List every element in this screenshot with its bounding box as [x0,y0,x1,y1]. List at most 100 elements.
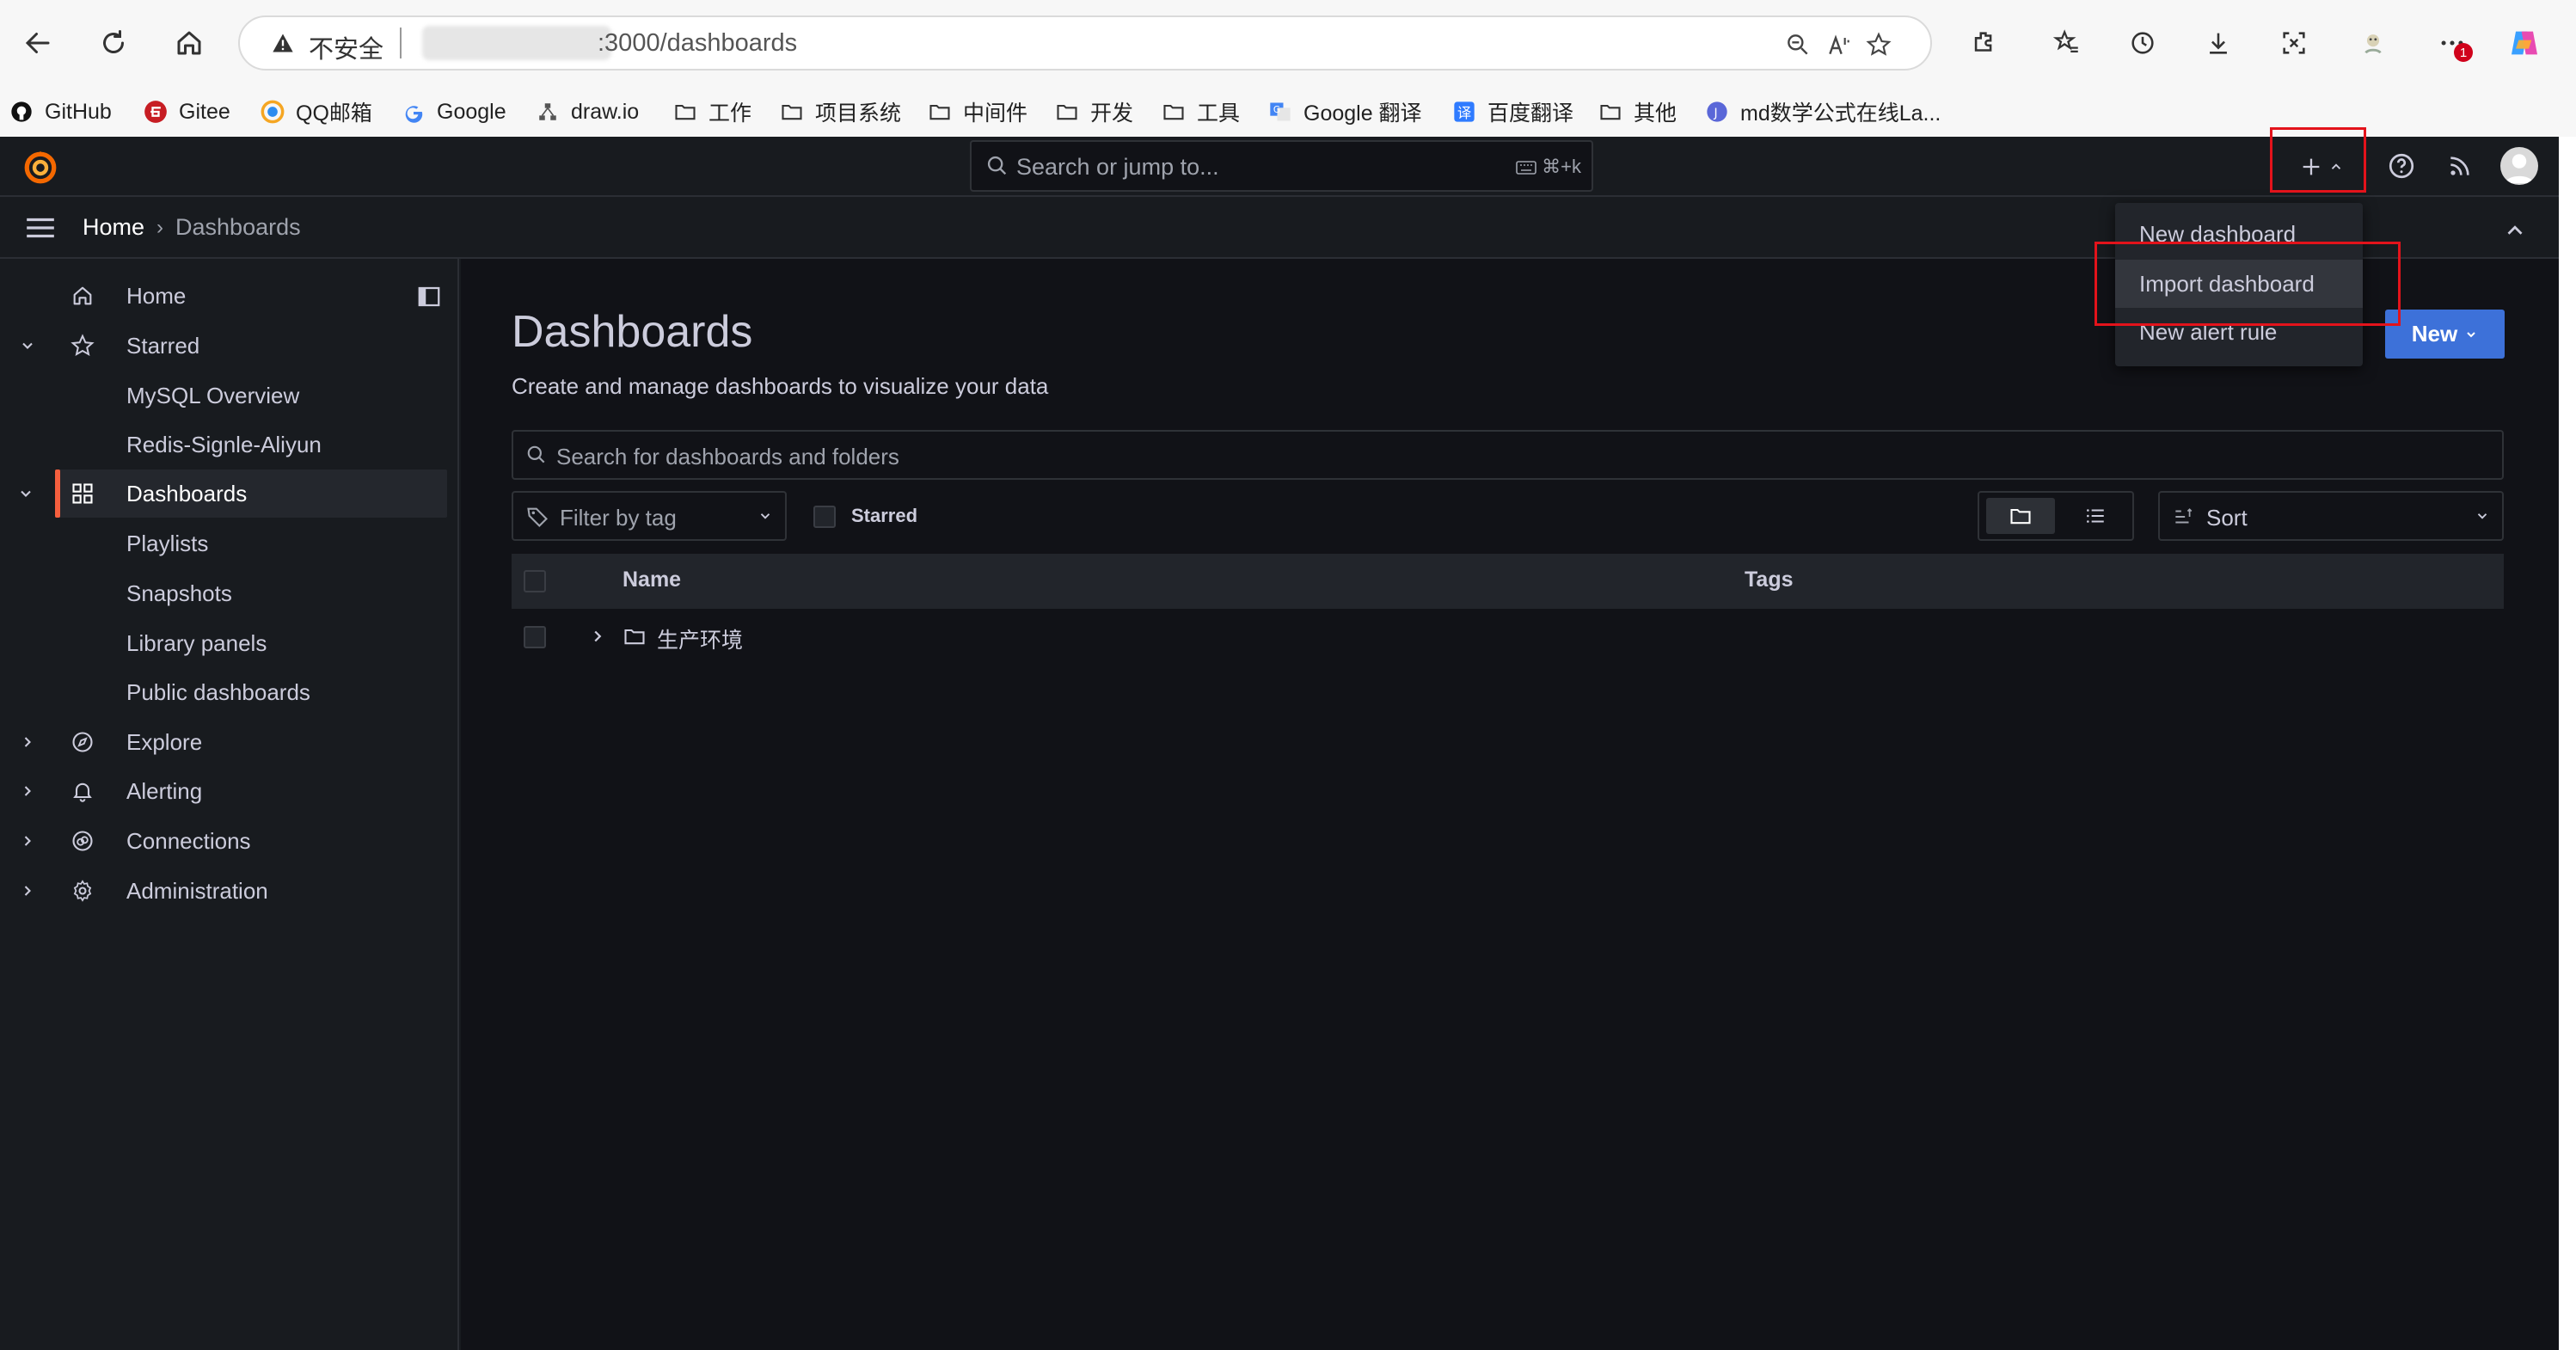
security-label[interactable]: 不安全 [309,29,383,65]
history-button[interactable] [2119,19,2167,67]
select-all-checkbox[interactable] [524,570,546,592]
apps-icon [69,480,96,507]
copilot-button[interactable] [2500,19,2548,67]
sidebar-item-mysql-overview[interactable]: MySQL Overview [0,371,447,420]
breadcrumb-home[interactable]: Home [83,214,144,241]
main-content [461,259,2559,1350]
user-avatar[interactable] [2500,147,2538,185]
list-view-icon [2087,509,2104,523]
global-search-input[interactable]: Search or jump to... ⌘+k [970,140,1593,192]
sidebar-item-dashboards[interactable]: Dashboards [55,469,447,518]
grafana-logo-icon [24,150,57,184]
sidebar-item-explore[interactable]: Explore [0,718,447,766]
extensions-button[interactable] [1960,19,2009,67]
bookmark-google[interactable]: Google [401,87,506,137]
sort-select[interactable]: Sort [2158,491,2504,541]
back-button[interactable] [14,19,62,67]
column-header-name[interactable]: Name [623,568,681,592]
reload-button[interactable] [89,19,138,67]
bookmark-drawio[interactable]: draw.io [535,87,639,137]
sidebar-item-public-dashboards[interactable]: Public dashboards [0,668,447,716]
table-row[interactable] [512,611,2504,666]
sidebar-item-alerting[interactable]: Alerting [0,767,447,815]
filter-by-tag-select[interactable]: Filter by tag [512,491,787,541]
address-divider [400,28,402,58]
grafana-logo[interactable] [22,150,58,186]
breadcrumb: Home › Dashboards [83,214,301,241]
dashboard-search-input[interactable]: Search for dashboards and folders [512,430,2504,480]
news-button[interactable] [2446,152,2474,180]
bookmark-folder-projects[interactable]: 项目系统 [779,87,901,137]
hamburger-icon [27,218,54,238]
folder-icon [623,624,647,648]
bookmark-github[interactable]: GitHub [9,87,112,137]
folder-icon [927,99,953,125]
bookmark-md-math[interactable]: J md数学公式在线La... [1704,87,1941,137]
new-button[interactable]: New [2385,310,2505,359]
chevron-right-icon[interactable] [17,831,38,851]
sidebar-item-redis-signle-aliyun[interactable]: Redis-Signle-Aliyun [0,420,447,469]
starred-label[interactable]: Starred [851,505,917,527]
folder-name[interactable]: 生产环境 [657,623,743,654]
sidebar-item-playlists[interactable]: Playlists [0,519,447,568]
home-button[interactable] [165,19,213,67]
url-text[interactable]: :3000/dashboards [598,29,797,58]
sidebar-item-connections[interactable]: Connections [0,817,447,865]
downloads-button[interactable] [2194,19,2242,67]
read-aloud-icon[interactable] [1820,26,1858,64]
svg-text:G: G [1273,105,1280,115]
zoom-out-icon[interactable] [1779,26,1817,64]
star-icon [69,332,96,359]
page-subtitle: Create and manage dashboards to visualiz… [512,373,1049,399]
page-title: Dashboards [512,307,753,357]
more-button[interactable]: 1 [2428,19,2476,67]
browser-toolbar: 不安全 :3000/dashboards 1 [0,0,2576,87]
folder-icon [1598,99,1623,125]
arrow-left-icon [25,33,50,53]
chevron-down-icon[interactable] [17,335,38,356]
bookmark-baidu-translate[interactable]: 译 百度翻译 [1451,87,1573,137]
address-bar[interactable]: 不安全 :3000/dashboards [238,15,1932,71]
breadcrumb-separator: › [156,215,164,239]
view-toggle [1978,491,2134,541]
row-checkbox[interactable] [524,626,546,648]
svg-text:J: J [1714,107,1718,120]
bookmark-folder-dev[interactable]: 开发 [1054,87,1133,137]
chevron-down-icon[interactable] [17,485,34,502]
list-view-button[interactable] [2062,498,2129,534]
chevron-up-icon [2507,225,2523,235]
folder-icon [779,99,805,125]
menu-toggle-button[interactable] [24,215,57,241]
expand-row-button[interactable] [588,627,607,646]
collapse-header-button[interactable] [2502,218,2528,243]
bookmark-qq-mail[interactable]: QQ邮箱 [260,87,372,137]
bookmark-gitee[interactable]: Gitee [143,87,230,137]
sidebar-item-library-panels[interactable]: Library panels [0,619,447,667]
help-button[interactable] [2386,150,2417,181]
screenshot-button[interactable] [2270,19,2318,67]
keyboard-icon [1516,160,1536,175]
favorites-button[interactable] [2043,19,2091,67]
sidebar-item-starred[interactable]: Starred [0,322,447,370]
chevron-right-icon[interactable] [17,781,38,801]
folder-view-button[interactable] [1986,498,2055,534]
dashboard-search-placeholder: Search for dashboards and folders [556,444,899,469]
bookmark-folder-other[interactable]: 其他 [1598,87,1677,137]
sidebar-item-home[interactable]: Home [0,272,447,320]
favorite-star-icon[interactable] [1860,26,1898,64]
bookmark-folder-tools[interactable]: 工具 [1161,87,1240,137]
sidebar-item-administration[interactable]: Administration [0,867,447,915]
highlight-box-add-button [2270,127,2366,193]
bookmark-folder-work[interactable]: 工作 [672,87,751,137]
starred-checkbox[interactable] [813,506,836,528]
chevron-right-icon[interactable] [17,881,38,901]
bookmark-folder-middleware[interactable]: 中间件 [927,87,1027,137]
favorites-list-icon [2052,29,2078,53]
qq-mail-icon [260,99,285,125]
profile-extension-button[interactable] [2349,19,2397,67]
bookmark-google-translate[interactable]: G Google 翻译 [1267,87,1422,137]
filter-tag-placeholder: Filter by tag [560,505,677,531]
home-icon [69,282,96,310]
chevron-right-icon[interactable] [17,732,38,752]
sidebar-item-snapshots[interactable]: Snapshots [0,569,447,617]
